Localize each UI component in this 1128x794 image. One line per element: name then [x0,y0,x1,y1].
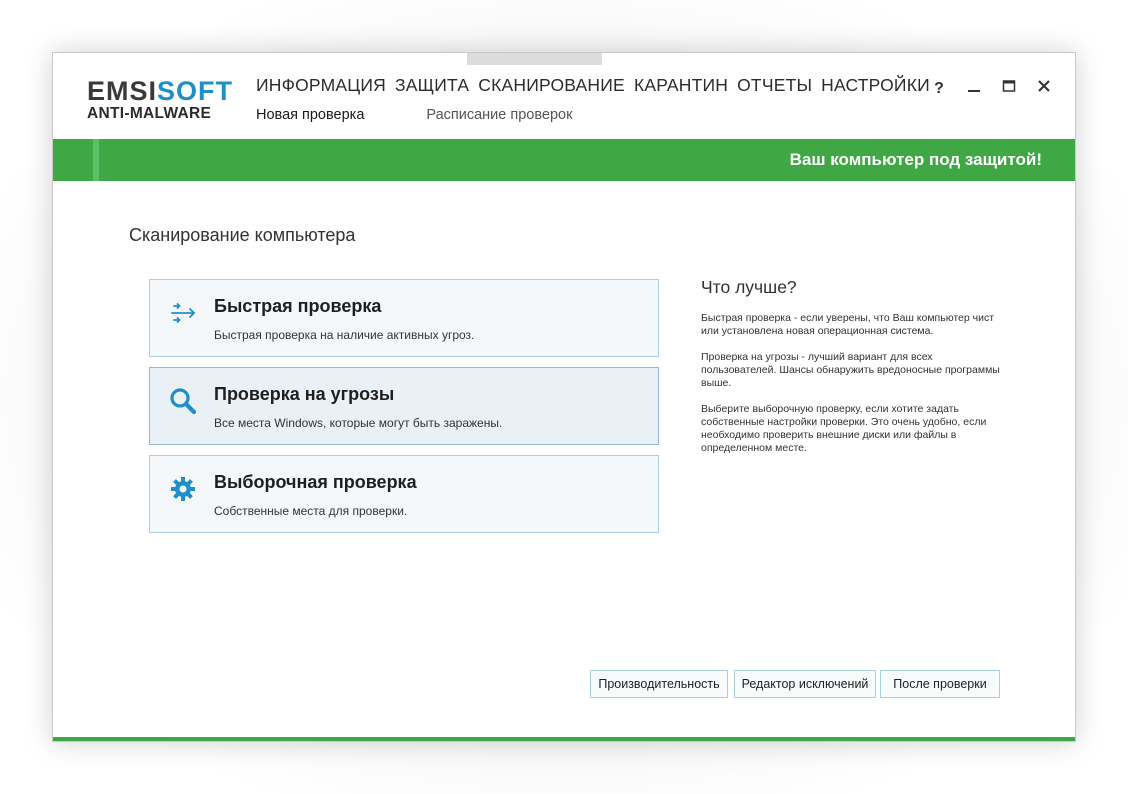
threat-scan-title: Проверка на угрозы [214,384,395,404]
quick-scan-desc: Быстрая проверка на наличие активных угр… [214,328,475,342]
after-scan-button[interactable]: После проверки [880,670,1000,698]
help-paragraph: Выберите выборочную проверку, если хотит… [701,403,987,454]
threat-scan-desc: Все места Windows, которые могут быть за… [214,416,503,430]
close-button[interactable] [1035,79,1053,98]
status-bar-marker [93,139,99,181]
nav-info[interactable]: ИНФОРМАЦИЯ [256,75,386,96]
threat-scan-option[interactable]: Проверка на угрозы Все места Windows, ко… [149,367,659,445]
quick-scan-title: Быстрая проверка [214,296,382,316]
quick-scan-option[interactable]: Быстрая проверка Быстрая проверка на нал… [149,279,659,357]
page-title: Сканирование компьютера [129,225,356,245]
subnav-scan-schedule[interactable]: Расписание проверок [426,107,572,123]
nav-settings[interactable]: НАСТРОЙКИ [821,75,930,96]
nav-scan[interactable]: СКАНИРОВАНИЕ [478,75,625,96]
minimize-icon [968,90,980,92]
nav-protection[interactable]: ЗАЩИТА [395,75,469,96]
custom-scan-option[interactable]: Выборочная проверка Собственные места дл… [149,455,659,533]
help-button[interactable]: ? [930,80,948,98]
minimize-button[interactable] [965,79,983,98]
app-window: EMSISOFT ANTI-MALWARE ИНФОРМАЦИЯ ЗАЩИТА … [52,52,1076,742]
nav-reports[interactable]: ОТЧЕТЫ [737,75,812,96]
protection-status-bar: Ваш компьютер под защитой! [53,139,1075,181]
help-paragraph: Быстрая проверка - если уверены, что Ваш… [701,312,995,337]
performance-button[interactable]: Производительность [590,670,728,698]
window-controls: ? [930,79,1053,98]
logo-brand: EMSISOFT [87,76,234,106]
custom-scan-title: Выборочная проверка [214,472,417,492]
custom-scan-desc: Собственные места для проверки. [214,504,408,518]
sub-nav: Новая проверка Расписание проверок [256,107,572,123]
close-icon [1038,80,1050,92]
active-tab-highlight [467,53,602,65]
gear-icon [171,477,195,501]
maximize-button[interactable] [1000,79,1018,98]
magnifier-icon [170,388,197,415]
help-title: Что лучше? [701,277,797,297]
nav-quarantine[interactable]: КАРАНТИН [634,75,728,96]
subnav-new-scan[interactable]: Новая проверка [256,107,364,123]
protection-status-text: Ваш компьютер под защитой! [789,150,1042,169]
logo-product: ANTI-MALWARE [87,105,212,122]
bottom-status-line [53,737,1075,741]
help-paragraph: Проверка на угрозы - лучший вариант для … [701,351,1000,389]
exclusions-editor-button[interactable]: Редактор исключений [734,670,876,698]
app-logo: EMSISOFT ANTI-MALWARE [87,77,233,123]
maximize-icon [1002,80,1016,92]
help-panel: Что лучше? Быстрая проверка - если увере… [701,277,1006,468]
quick-scan-arrows-icon [171,303,196,323]
main-nav: ИНФОРМАЦИЯ ЗАЩИТА СКАНИРОВАНИЕ КАРАНТИН … [256,75,930,96]
